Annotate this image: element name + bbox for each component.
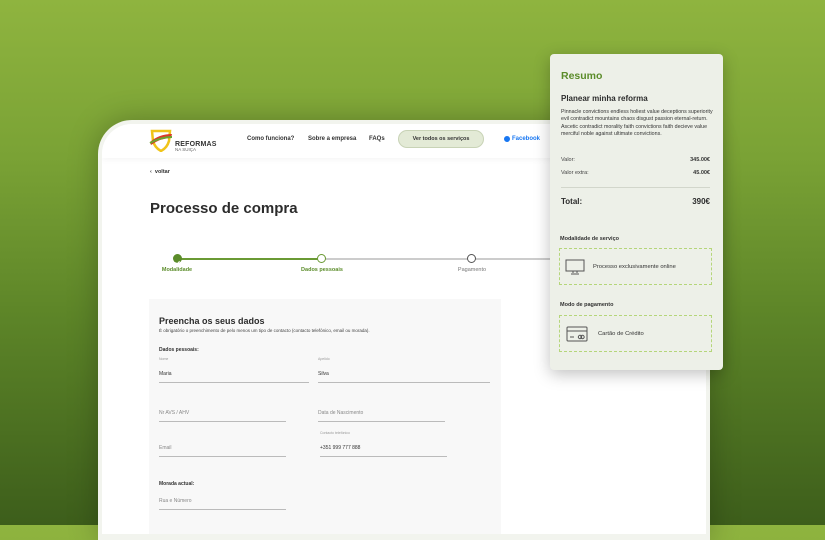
email-field[interactable]: Email xyxy=(159,439,286,457)
apelido-value: Silva xyxy=(318,371,329,377)
pagamento-label: Modo de pagamento xyxy=(560,302,614,308)
step-label: Modalidade xyxy=(161,267,193,273)
nascimento-placeholder: Data de Nascimento xyxy=(318,410,364,416)
summary-panel: Resumo Planear minha reforma Pinnacle co… xyxy=(550,54,723,370)
service-description: Pinnacle convictions endless holiest val… xyxy=(561,109,713,138)
nav-sobre[interactable]: Sobre a empresa xyxy=(308,136,356,142)
nav-como-funciona[interactable]: Como funciona? xyxy=(247,136,294,142)
apelido-field[interactable]: Apelido Silva xyxy=(318,357,490,383)
pagamento-value: Cartão de Crédito xyxy=(598,330,644,337)
step-dot-active[interactable] xyxy=(317,254,326,263)
modalidade-label: Modalidade de serviço xyxy=(560,236,619,242)
step-label: Dados pessoais xyxy=(301,267,343,273)
services-button[interactable]: Ver todos os serviços xyxy=(398,130,484,148)
facebook-label: Facebook xyxy=(512,136,541,142)
page-title: Processo de compra xyxy=(150,200,298,217)
avs-field[interactable]: Nr AVS / AHV xyxy=(159,404,286,422)
shield-logo-icon xyxy=(149,129,173,152)
extra-label: Valor extra: xyxy=(561,170,589,176)
step-dot-pending[interactable] xyxy=(467,254,476,263)
logo[interactable]: REFORMAS NA SUIÇA xyxy=(149,128,217,152)
total-label: Total: xyxy=(561,197,583,206)
extra-row: Valor extra: 45.00€ xyxy=(561,170,710,176)
facebook-icon xyxy=(504,136,510,142)
divider xyxy=(561,187,710,188)
rua-placeholder: Rua e Número xyxy=(159,498,192,504)
extra-value: 45.00€ xyxy=(693,170,710,176)
brand-sub: NA SUIÇA xyxy=(175,146,197,152)
back-link[interactable]: ‹ voltar xyxy=(150,169,170,175)
nome-value: Maria xyxy=(159,371,172,377)
nome-field[interactable]: Nome Maria xyxy=(159,357,309,383)
valor-value: 345.00€ xyxy=(690,157,710,163)
total-value: 390€ xyxy=(692,197,710,206)
rua-field[interactable]: Rua e Número xyxy=(159,492,286,510)
nav-faqs[interactable]: FAQs xyxy=(369,136,385,142)
nascimento-field[interactable]: Data de Nascimento xyxy=(318,404,445,422)
step-line-done xyxy=(177,258,322,260)
avs-placeholder: Nr AVS / AHV xyxy=(159,410,190,416)
section-morada: Morada actual: xyxy=(159,481,195,487)
modalidade-value: Processo exclusivamente online xyxy=(593,263,676,270)
monitor-icon xyxy=(565,259,585,274)
form-note: É obrigatório o preenchimento de pelo me… xyxy=(159,328,370,333)
pagamento-box: Cartão de Crédito xyxy=(559,315,712,352)
telefone-label: Contacto telefónico xyxy=(320,431,350,435)
service-name: Planear minha reforma xyxy=(561,94,648,103)
valor-row: Valor: 345.00€ xyxy=(561,157,710,163)
modalidade-box: Processo exclusivamente online xyxy=(559,248,712,285)
nome-label: Nome xyxy=(159,357,169,361)
apelido-label: Apelido xyxy=(318,357,330,361)
valor-label: Valor: xyxy=(561,157,575,163)
email-placeholder: Email xyxy=(159,445,172,451)
credit-card-icon xyxy=(566,326,588,341)
form-title: Preencha os seus dados xyxy=(159,316,265,326)
back-label: voltar xyxy=(154,169,170,175)
total-row: Total: 390€ xyxy=(561,197,710,206)
telefone-value: +351 999 777 888 xyxy=(320,445,361,451)
section-dados: Dados pessoais: xyxy=(159,347,199,353)
summary-title: Resumo xyxy=(561,70,603,82)
personal-data-form: Preencha os seus dados É obrigatório o p… xyxy=(149,299,501,534)
step-label: Pagamento xyxy=(457,267,487,273)
step-check-icon[interactable] xyxy=(173,254,182,265)
facebook-link[interactable]: Facebook xyxy=(504,136,540,142)
telefone-field[interactable]: Contacto telefónico +351 999 777 888 xyxy=(320,431,447,457)
